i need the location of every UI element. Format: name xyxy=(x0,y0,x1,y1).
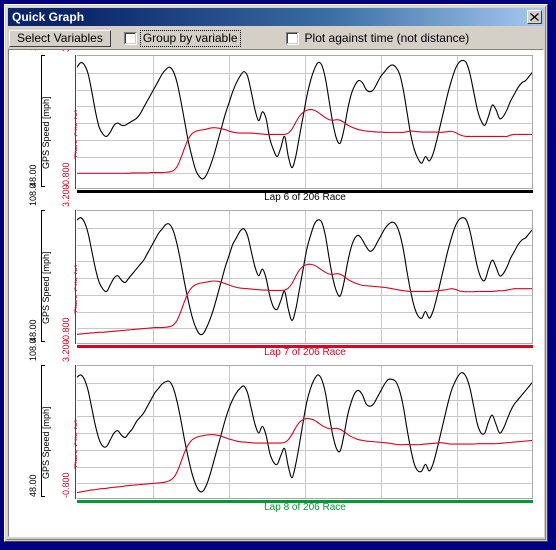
speed-axis-max-label: 108.0 xyxy=(28,338,38,361)
slip-axis-line-0 xyxy=(75,55,76,189)
quick-graph-window: Quick Graph Select Variables Group by va… xyxy=(4,4,548,542)
window-title: Quick Graph xyxy=(12,10,85,24)
plot-area-lap6[interactable] xyxy=(77,55,533,189)
panel-caption-lap6: Lap 6 of 206 Race xyxy=(264,192,346,203)
group-by-variable-checkbox[interactable] xyxy=(123,31,137,45)
close-button[interactable] xyxy=(527,10,542,24)
speed-axis-labels-0: 108.0 GPS Speed [mph] 48.00 xyxy=(16,50,51,189)
speed-axis-bracket xyxy=(41,365,45,497)
select-variables-button[interactable]: Select Variables xyxy=(9,29,111,47)
graph-panel-lap6: 108.0 GPS Speed [mph] 48.00 3.200 Time S… xyxy=(9,50,543,206)
slip-axis-line-1 xyxy=(75,210,76,344)
slip-axis-max-label: 3.200 xyxy=(61,50,71,52)
speed-axis-min-label: 48.00 xyxy=(28,474,38,497)
close-icon xyxy=(530,13,539,21)
speed-axis-max-label: 108.0 xyxy=(28,50,38,51)
slip-axis-labels-2: 3.200 Time Slip [s] -0.800 xyxy=(51,339,83,499)
slip-axis-line-2 xyxy=(75,365,76,499)
slip-axis-max-label: 3.200 xyxy=(61,339,71,362)
speed-axis-bracket xyxy=(41,55,45,187)
panel-caption-lap8: Lap 8 of 206 Race xyxy=(264,502,346,513)
plot-area-lap8[interactable] xyxy=(77,365,533,499)
speed-axis-labels-2: 108.0 GPS Speed [mph] 48.00 xyxy=(16,338,51,499)
plot-against-time-checkbox[interactable] xyxy=(285,31,299,45)
graph-client-area: 108.0 GPS Speed [mph] 48.00 3.200 Time S… xyxy=(8,49,544,537)
slip-axis-min-label: -0.800 xyxy=(61,472,71,498)
speed-axis-max-label: 108.0 xyxy=(28,183,38,206)
group-by-variable-label[interactable]: Group by variable xyxy=(139,29,241,47)
slip-axis-max-label: 3.200 xyxy=(61,184,71,207)
speed-axis-labels-1: 108.0 GPS Speed [mph] 48.00 xyxy=(16,183,51,344)
speed-axis-bracket xyxy=(41,210,45,342)
panel-caption-lap7: Lap 7 of 206 Race xyxy=(264,347,346,358)
plot-against-time-checkbox-group[interactable]: Plot against time (not distance) xyxy=(285,30,472,47)
toolbar: Select Variables Group by variable Plot … xyxy=(8,28,544,48)
slip-axis-labels-0: 3.200 Time Slip [s] -0.800 xyxy=(51,50,83,189)
plot-area-lap7[interactable] xyxy=(77,210,533,344)
slip-axis-labels-1: 3.200 Time Slip [s] -0.800 xyxy=(51,184,83,344)
plot-against-time-label[interactable]: Plot against time (not distance) xyxy=(303,31,472,46)
title-bar[interactable]: Quick Graph xyxy=(8,8,544,26)
group-by-variable-checkbox-group[interactable]: Group by variable xyxy=(123,29,241,47)
graph-panel-lap7: 108.0 GPS Speed [mph] 48.00 3.200 Time S… xyxy=(9,183,543,361)
graph-panel-lap8: 108.0 GPS Speed [mph] 48.00 3.200 Time S… xyxy=(9,338,543,516)
